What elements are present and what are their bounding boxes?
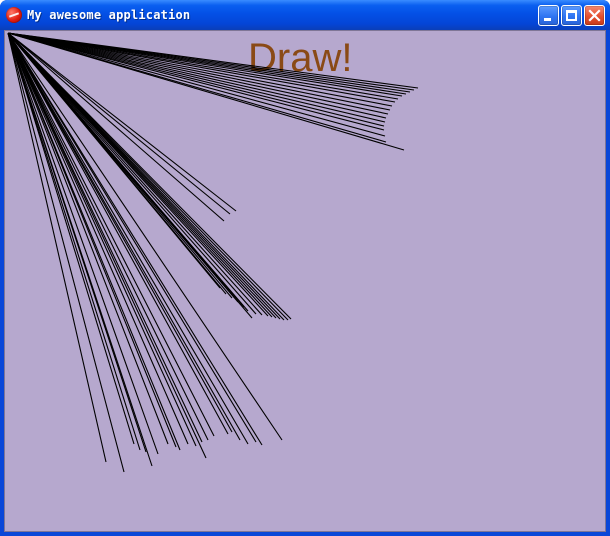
canvas-heading: Draw! [248, 36, 353, 80]
minimize-button[interactable] [538, 5, 559, 26]
window-bottom-border [0, 532, 610, 536]
app-icon[interactable] [6, 7, 22, 23]
close-icon [588, 9, 601, 22]
drawing-canvas[interactable] [4, 30, 606, 532]
maximize-button[interactable] [561, 5, 582, 26]
minimize-icon [544, 18, 551, 21]
maximize-icon [566, 10, 577, 21]
close-button[interactable] [584, 5, 605, 26]
app-window: My awesome application Draw! [0, 0, 610, 536]
title-bar[interactable]: My awesome application [0, 0, 610, 30]
window-title: My awesome application [27, 8, 191, 22]
